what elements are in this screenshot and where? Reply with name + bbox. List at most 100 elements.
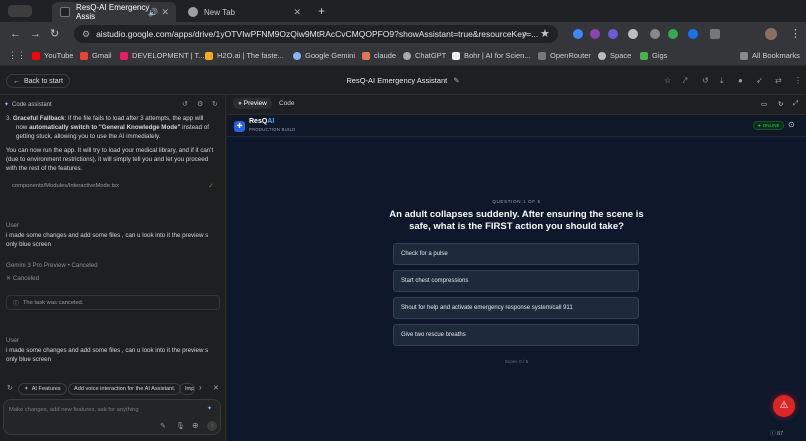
- gigs-icon: [640, 51, 648, 60]
- answer-option-2[interactable]: Start chest compressions: [393, 270, 639, 292]
- browser-menu-icon[interactable]: ⋮: [790, 28, 801, 40]
- new-tab-plus-icon[interactable]: +: [318, 4, 325, 18]
- assistant-message-fallback: 3. Graceful Fallback: If the file fails …: [6, 115, 209, 140]
- share-link-icon[interactable]: ⇄: [775, 76, 782, 85]
- question-text: An adult collapses suddenly. After ensur…: [389, 209, 644, 232]
- bookmark-bohr[interactable]: Bohr | AI for Scien...: [452, 51, 531, 60]
- history-icon[interactable]: ↺: [182, 100, 188, 108]
- deploy-rocket-icon[interactable]: ➶: [756, 76, 763, 85]
- extension-icon[interactable]: [650, 29, 660, 39]
- info-icon: ⓘ: [770, 431, 778, 437]
- profile-avatar[interactable]: [765, 28, 777, 40]
- zoom-search-icon[interactable]: ⌕: [522, 28, 528, 40]
- production-build-label: PRODUCTION BUILD: [249, 127, 296, 132]
- task-canceled-notice: ⓘ The task was canceled.: [6, 295, 220, 310]
- back-arrow-icon[interactable]: ←: [10, 28, 21, 40]
- chrome-favicon: [188, 7, 198, 17]
- edit-pencil-icon[interactable]: ✎: [453, 76, 459, 85]
- extension-icon[interactable]: [573, 29, 583, 39]
- chip-improve[interactable]: Imp: [179, 383, 195, 395]
- app-header: ← Back to start ResQ-AI Emergency Assist…: [0, 66, 806, 95]
- extension-icon[interactable]: [590, 29, 600, 39]
- bookmark-youtube[interactable]: YouTube: [32, 51, 73, 60]
- bookmark-gemini[interactable]: Google Gemini: [293, 51, 355, 60]
- download-icon[interactable]: ⤓: [720, 76, 724, 86]
- user-message: i made some changes and add some files ,…: [6, 232, 209, 248]
- changed-file-item[interactable]: components/Modules/InteractiveMode.tsx ✓: [6, 179, 220, 193]
- close-suggestions-icon[interactable]: ✕: [213, 384, 219, 392]
- bookmark-star-icon[interactable]: ★: [540, 28, 550, 40]
- tab-search-button[interactable]: [8, 5, 32, 17]
- space-icon: [598, 51, 606, 60]
- bookmark-openrouter[interactable]: OpenRouter: [538, 51, 591, 60]
- github-icon[interactable]: ●: [738, 76, 743, 85]
- tab-code[interactable]: Code: [279, 100, 295, 107]
- apps-grid-icon[interactable]: ⋮⋮: [8, 50, 26, 61]
- chevron-right-icon[interactable]: ›: [199, 383, 202, 392]
- question-counter: QUESTION 1 OF 5: [492, 199, 541, 204]
- microphone-icon[interactable]: 🎙: [176, 422, 185, 430]
- gmail-icon: [80, 51, 88, 60]
- tab-preview[interactable]: ● Preview: [233, 98, 272, 109]
- draw-icon[interactable]: ✎: [160, 422, 166, 430]
- prompt-input[interactable]: Make changes, add new features, ask for …: [9, 407, 139, 413]
- assistant-header: ✦ Code assistant: [4, 101, 52, 109]
- user-profile-icon[interactable]: ⊙: [788, 120, 795, 129]
- extension-icon[interactable]: [628, 29, 638, 39]
- online-status-badge: ● ONLINE: [753, 121, 785, 130]
- share-icon[interactable]: ⤤: [683, 76, 688, 86]
- tab-resq-ai[interactable]: ResQ-AI Emergency Assis 🔊 ✕: [52, 2, 176, 22]
- close-tab-icon[interactable]: ✕: [293, 7, 301, 18]
- extension-icon[interactable]: [688, 29, 698, 39]
- bookmark-gigs[interactable]: Gigs: [640, 51, 667, 60]
- answer-option-4[interactable]: Give two rescue breaths: [393, 324, 639, 346]
- gemini-icon: [293, 51, 301, 60]
- chip-ai-features[interactable]: ✦ AI Features: [18, 383, 67, 395]
- x-icon: ✕: [6, 275, 13, 282]
- tab-new-tab[interactable]: New Tab ✕: [180, 2, 308, 22]
- sos-alarm-button[interactable]: ⚠: [773, 395, 795, 417]
- bookmark-gmail[interactable]: Gmail: [80, 51, 112, 60]
- footer-counter: ⓘ 87: [770, 431, 784, 437]
- model-status-line: Gemini 3 Pro Preview • Canceled: [6, 262, 98, 269]
- youtube-icon: [32, 51, 40, 60]
- extension-icon[interactable]: [668, 29, 678, 39]
- bookmark-h2o[interactable]: H2O.ai | The faste...: [205, 51, 284, 60]
- extension-icon[interactable]: [608, 29, 618, 39]
- add-attachment-icon[interactable]: ⊕: [192, 421, 199, 430]
- site-info-icon[interactable]: ⚙: [82, 29, 90, 40]
- reload-preview-icon[interactable]: ↻: [778, 100, 783, 108]
- device-toggle-icon[interactable]: ▭: [761, 100, 767, 108]
- refresh-suggestions-icon[interactable]: ↻: [7, 384, 13, 392]
- bohr-icon: [452, 51, 460, 60]
- history-icon[interactable]: ↺: [702, 76, 709, 85]
- url-text: aistudio.google.com/apps/drive/1yOTVIwPF…: [96, 29, 539, 39]
- address-bar[interactable]: ⚙ aistudio.google.com/apps/drive/1yOTVIw…: [74, 25, 558, 43]
- forward-arrow-icon[interactable]: →: [30, 28, 41, 40]
- score-text: Score: 0 / 5: [504, 359, 529, 364]
- close-tab-icon[interactable]: ✕: [161, 7, 169, 18]
- bookmark-development[interactable]: DEVELOPMENT | T...: [120, 51, 205, 60]
- bookmark-space[interactable]: Space: [598, 51, 631, 60]
- preview-panel: ● Preview Code ▭ ↻ ⤢ ✚ ResQAI PRODUCTION…: [227, 95, 806, 441]
- speaker-icon: 🔊: [148, 7, 158, 17]
- bookmark-claude[interactable]: claude: [362, 51, 396, 60]
- answer-option-1[interactable]: Check for a pulse: [393, 243, 639, 265]
- fullscreen-icon[interactable]: ⤢: [793, 100, 798, 108]
- refresh-icon[interactable]: ↻: [212, 100, 218, 108]
- star-icon[interactable]: ☆: [664, 76, 671, 85]
- extensions-puzzle-icon[interactable]: [710, 29, 720, 39]
- prompt-composer[interactable]: Make changes, add new features, ask for …: [3, 399, 221, 435]
- user-label: User: [6, 222, 20, 229]
- bookmarks-bar: ⋮⋮ YouTube Gmail DEVELOPMENT | T... H2O.…: [0, 46, 806, 66]
- more-menu-icon[interactable]: ⋮: [794, 76, 802, 85]
- all-bookmarks[interactable]: All Bookmarks: [740, 51, 800, 60]
- folder-icon: [120, 51, 128, 60]
- bookmark-chatgpt[interactable]: ChatGPT: [403, 51, 446, 60]
- chip-voice-interaction[interactable]: Add voice interaction for the AI Assista…: [68, 383, 182, 395]
- settings-gear-icon[interactable]: ⚙: [197, 100, 203, 108]
- send-button[interactable]: ↑: [207, 421, 217, 431]
- navigation-bar: ← → ↻ ⚙ aistudio.google.com/apps/drive/1…: [0, 22, 806, 46]
- reload-icon[interactable]: ↻: [50, 28, 59, 40]
- answer-option-3[interactable]: Shout for help and activate emergency re…: [393, 297, 639, 319]
